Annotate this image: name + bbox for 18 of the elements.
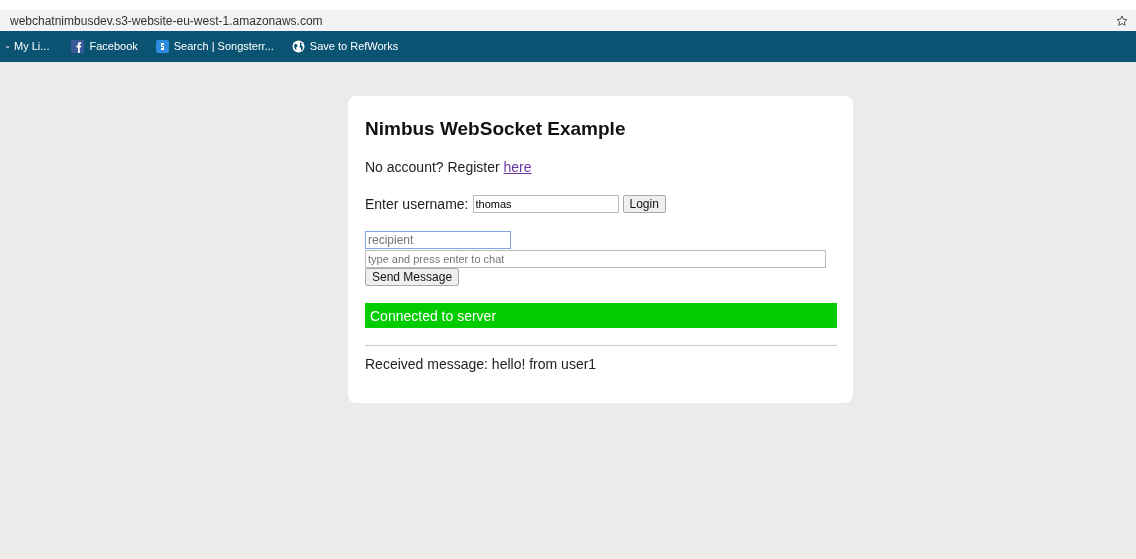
received-message: Received message: hello! from user1	[365, 354, 598, 374]
username-label: Enter username:	[365, 194, 469, 214]
bookmark-link[interactable]: Facebook	[71, 38, 138, 55]
globe-icon	[291, 40, 305, 53]
app-icon	[155, 40, 169, 53]
register-link[interactable]: here	[503, 158, 532, 175]
bookmark-star-icon[interactable]	[1116, 14, 1128, 27]
message-field[interactable]: type and press enter to chat	[365, 249, 826, 268]
login-button[interactable]: Login	[622, 195, 666, 214]
facebook-icon	[71, 40, 85, 53]
bookmark-link[interactable]: Search | Songsterr...	[155, 38, 274, 55]
username-field[interactable]: thomas	[472, 195, 619, 214]
page-title: Nimbus WebSocket Example	[365, 118, 627, 141]
bookmark-link[interactable]: My Li...	[6, 38, 50, 55]
connection-status: Connected to server	[365, 302, 837, 328]
recipient-field[interactable]: recipient	[365, 230, 511, 249]
bookmark-link[interactable]: Save to RefWorks	[291, 38, 399, 55]
register-prompt: No account? Register here	[365, 157, 533, 177]
